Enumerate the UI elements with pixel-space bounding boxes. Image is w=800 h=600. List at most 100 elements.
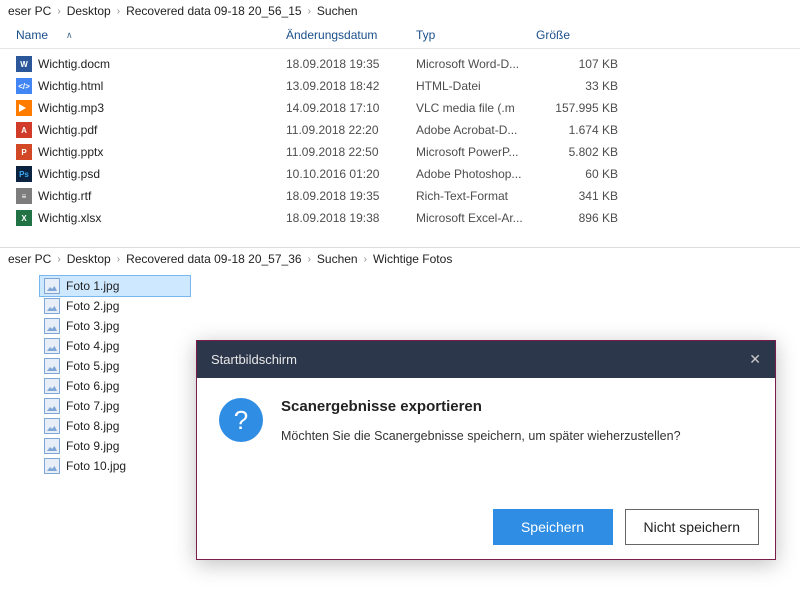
file-name: Wichtig.xlsx [38, 211, 101, 225]
file-row[interactable]: </>Wichtig.html13.09.2018 18:42HTML-Date… [0, 75, 800, 97]
file-date: 10.10.2016 01:20 [286, 167, 416, 181]
file-name: Wichtig.mp3 [38, 101, 104, 115]
breadcrumb-segment[interactable]: Desktop [67, 252, 111, 266]
breadcrumb: eser PC › Desktop › Recovered data 09-18 20_… [0, 0, 800, 22]
photo-item[interactable]: Foto 6.jpg [40, 376, 190, 396]
chevron-right-icon: › [57, 254, 60, 265]
file-type: VLC media file (.m [416, 101, 536, 115]
chevron-right-icon: › [57, 6, 60, 17]
question-icon: ? [219, 398, 263, 442]
file-date: 11.09.2018 22:50 [286, 145, 416, 159]
file-type: HTML-Datei [416, 79, 536, 93]
image-file-icon [44, 358, 60, 374]
close-icon[interactable]: ✕ [749, 351, 761, 368]
column-date[interactable]: Änderungsdatum [286, 28, 416, 42]
breadcrumb-segment[interactable]: eser PC [8, 252, 51, 266]
photo-name: Foto 7.jpg [66, 399, 119, 413]
chevron-right-icon: › [117, 6, 120, 17]
chevron-right-icon: › [308, 6, 311, 17]
file-type: Microsoft Word-D... [416, 57, 536, 71]
file-type-icon [16, 100, 32, 116]
breadcrumb-segment[interactable]: Suchen [317, 4, 358, 18]
sort-caret-icon: ∧ [66, 30, 73, 41]
column-type[interactable]: Typ [416, 28, 536, 42]
dialog-buttons: Speichern Nicht speichern [493, 509, 760, 545]
file-size: 1.674 KB [536, 123, 626, 137]
file-type: Microsoft Excel-Ar... [416, 211, 536, 225]
file-size: 107 KB [536, 57, 626, 71]
photo-item[interactable]: Foto 5.jpg [40, 356, 190, 376]
file-type: Adobe Photoshop... [416, 167, 536, 181]
breadcrumb-segment[interactable]: Recovered data 09-18 20_56_15 [126, 4, 301, 18]
file-row[interactable]: ≡Wichtig.rtf18.09.2018 19:35Rich-Text-Fo… [0, 185, 800, 207]
file-row[interactable]: AWichtig.pdf11.09.2018 22:20Adobe Acroba… [0, 119, 800, 141]
dialog-title-text: Startbildschirm [211, 352, 297, 367]
file-row[interactable]: PWichtig.pptx11.09.2018 22:50Microsoft P… [0, 141, 800, 163]
breadcrumb-segment[interactable]: Desktop [67, 4, 111, 18]
chevron-right-icon: › [117, 254, 120, 265]
photo-item[interactable]: Foto 2.jpg [40, 296, 190, 316]
dialog-titlebar: Startbildschirm ✕ [197, 341, 775, 378]
breadcrumb-segment[interactable]: eser PC [8, 4, 51, 18]
column-date-label: Änderungsdatum [286, 28, 377, 42]
photo-name: Foto 2.jpg [66, 299, 119, 313]
chevron-right-icon: › [364, 254, 367, 265]
image-file-icon [44, 418, 60, 434]
image-file-icon [44, 378, 60, 394]
file-row[interactable]: Wichtig.mp314.09.2018 17:10VLC media fil… [0, 97, 800, 119]
file-type-icon: P [16, 144, 32, 160]
image-file-icon [44, 458, 60, 474]
dialog-content: Scanergebnisse exportieren Möchten Sie d… [281, 398, 681, 443]
photo-item[interactable]: Foto 4.jpg [40, 336, 190, 356]
dont-save-button[interactable]: Nicht speichern [625, 509, 760, 545]
file-date: 11.09.2018 22:20 [286, 123, 416, 137]
photo-name: Foto 1.jpg [66, 279, 119, 293]
file-date: 18.09.2018 19:35 [286, 57, 416, 71]
photo-name: Foto 10.jpg [66, 459, 126, 473]
photo-name: Foto 9.jpg [66, 439, 119, 453]
breadcrumb-segment[interactable]: Suchen [317, 252, 358, 266]
file-type-icon: X [16, 210, 32, 226]
file-name: Wichtig.rtf [38, 189, 91, 203]
file-date: 13.09.2018 18:42 [286, 79, 416, 93]
file-type-icon: A [16, 122, 32, 138]
pane-1: eser PC › Desktop › Recovered data 09-18 20_… [0, 0, 800, 247]
file-name: Wichtig.psd [38, 167, 100, 181]
file-row[interactable]: X Wichtig.xlsx 18.09.2018 19:38Microsoft E… [0, 207, 800, 229]
image-file-icon [44, 298, 60, 314]
file-name: Wichtig.html [38, 79, 103, 93]
dialog-text: Möchten Sie die Scanergebnisse speichern… [281, 429, 681, 443]
file-size: 60 KB [536, 167, 626, 181]
file-name: Wichtig.docm [38, 57, 110, 71]
file-size: 33 KB [536, 79, 626, 93]
file-size: 157.995 KB [536, 101, 626, 115]
file-date: 18.09.2018 19:35 [286, 189, 416, 203]
file-size: 341 KB [536, 189, 626, 203]
file-date: 18.09.2018 19:38 [286, 211, 416, 225]
photo-item[interactable]: Foto 9.jpg [40, 436, 190, 456]
file-type: Microsoft PowerP... [416, 145, 536, 159]
column-name[interactable]: Name ∧ [16, 28, 286, 42]
file-row[interactable]: WWichtig.docm18.09.2018 19:35Microsoft W… [0, 53, 800, 75]
photo-name: Foto 6.jpg [66, 379, 119, 393]
image-file-icon [44, 438, 60, 454]
file-name: Wichtig.pdf [38, 123, 97, 137]
dialog-body: ? Scanergebnisse exportieren Möchten Sie… [197, 378, 775, 453]
breadcrumb-segment[interactable]: Wichtige Fotos [373, 252, 452, 266]
image-file-icon [44, 398, 60, 414]
file-size: 896 KB [536, 211, 626, 225]
file-row[interactable]: PsWichtig.psd10.10.2016 01:20Adobe Photo… [0, 163, 800, 185]
photo-name: Foto 5.jpg [66, 359, 119, 373]
file-list: WWichtig.docm18.09.2018 19:35Microsoft W… [0, 49, 800, 247]
file-size: 5.802 KB [536, 145, 626, 159]
photo-item[interactable]: Foto 1.jpg [40, 276, 190, 296]
save-button[interactable]: Speichern [493, 509, 613, 545]
photo-item[interactable]: Foto 7.jpg [40, 396, 190, 416]
photo-item[interactable]: Foto 10.jpg [40, 456, 190, 476]
image-file-icon [44, 338, 60, 354]
breadcrumb-segment[interactable]: Recovered data 09-18 20_57_36 [126, 252, 301, 266]
export-dialog: Startbildschirm ✕ ? Scanergebnisse expor… [196, 340, 776, 560]
photo-item[interactable]: Foto 8.jpg [40, 416, 190, 436]
column-size[interactable]: Größe [536, 28, 626, 42]
photo-item[interactable]: Foto 3.jpg [40, 316, 190, 336]
